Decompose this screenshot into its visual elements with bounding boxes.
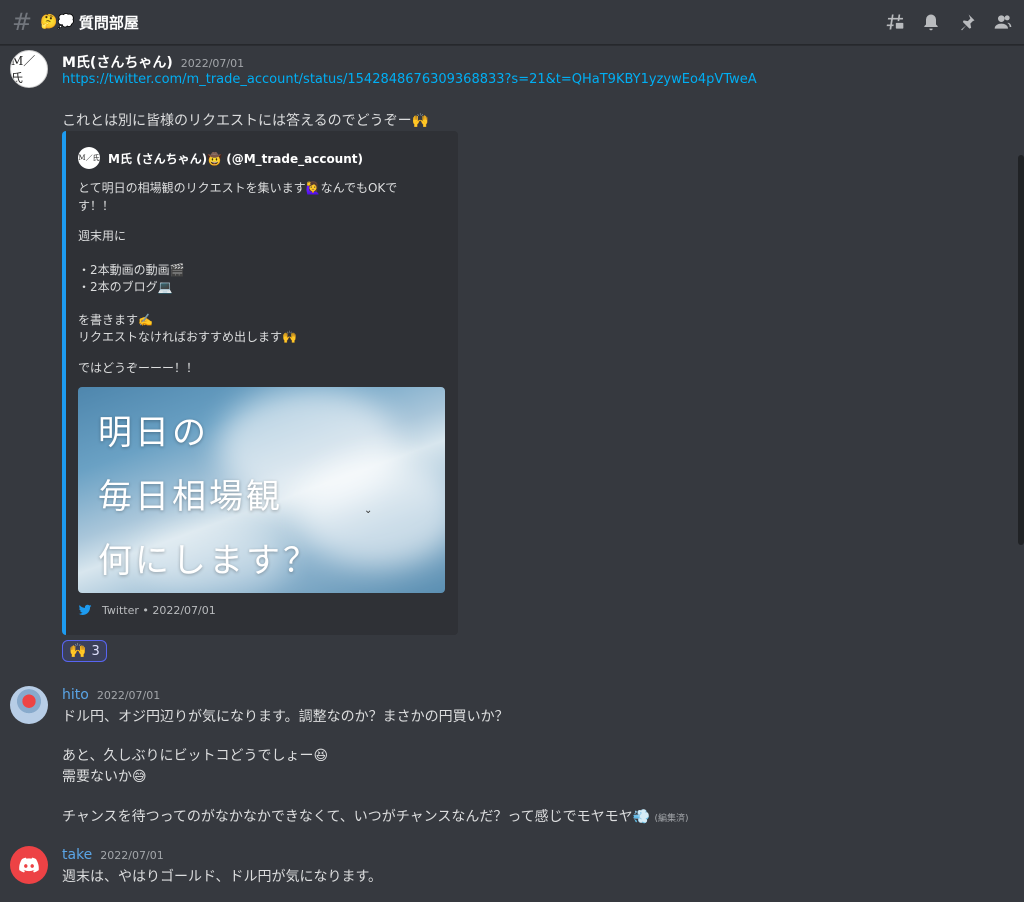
discord-logo-icon [19,857,39,873]
username[interactable]: M氏(さんちゃん) [62,55,173,71]
channel-hash-icon: # [12,8,33,36]
embed-line: ・2本のブログ💻 [78,280,173,294]
channel-name: 質問部屋 [78,13,139,32]
username[interactable]: hito [62,687,89,703]
pin-icon[interactable] [956,10,978,34]
channel-emoji: 🤔💭 [40,14,75,30]
message-line: ドル円、オジ円辺りが気になります。調整なのか？まさかの円買いか？ [62,709,509,725]
timestamp: 2022/07/01 [100,849,164,862]
embed-author[interactable]: M氏 (さんちゃん)🤠 (@M_trade_account) [108,150,363,167]
username[interactable]: take [62,847,92,863]
embed-image[interactable]: 明日の 毎日相場観 何にします？ ⌄ [78,387,445,593]
avatar[interactable] [10,846,48,884]
reaction-button[interactable]: 🙌 3 [62,640,107,662]
embed-line: ・2本動画の動画🎬 [78,263,185,277]
raised-hands-icon: 🙌 [69,643,87,659]
bird-shape: ⌄ [364,505,373,516]
avatar[interactable] [10,686,48,724]
embed-footer-text: Twitter • 2022/07/01 [102,603,216,617]
image-text-line: 毎日相場観 [98,477,283,517]
embed-line: ではどうぞーーー！！ [78,361,199,375]
embed-footer: Twitter • 2022/07/01 [78,603,216,617]
embed-line: とて明日の相場観のリクエストを集います🙋‍♀️なんでもOKで [78,181,398,195]
message-text: これとは別に皆様のリクエストには答えるのでどうぞー🙌 [62,113,430,129]
avatar-text: M／氏 [11,54,36,85]
channel-header: # 🤔💭 質問部屋 [0,0,1024,45]
embed-line: リクエストなければおすすめ出します🙌 [78,330,297,344]
image-text-line: 何にします？ [98,541,320,581]
message-line: あと、久しぶりにビットコどうでしょー😆 [62,748,329,764]
message-line: 週末は、やはりゴールド、ドル円が気になります。 [62,869,383,885]
timestamp: 2022/07/01 [180,57,245,70]
twitter-embed: M／氏 M氏 (さんちゃん)🤠 (@M_trade_account) とて明日の… [62,131,458,635]
bell-icon[interactable] [920,10,942,34]
message-author-row: M氏(さんちゃん) 2022/07/01 [62,52,244,72]
embed-line: を書きます✍️ [78,313,153,327]
image-text-line: 明日の [98,413,209,453]
message-author-row: take 2022/07/01 [62,847,164,863]
message-line: チャンスを待つってのがなかなかできなくて、いつがチャンスなんだ？って感じでモヤモ… [62,809,651,825]
members-icon[interactable] [992,10,1014,34]
embed-line: す！！ [78,199,115,213]
tweet-link[interactable]: https://twitter.com/m_trade_account/stat… [62,72,757,87]
scrollbar[interactable] [1018,155,1024,545]
embed-line: 週末用に [78,229,127,243]
threads-icon[interactable] [884,10,906,34]
embed-author-avatar: M／氏 [78,147,100,169]
message-line: 需要ないか😅 [62,769,147,785]
edited-label: (編集済) [654,814,689,824]
reaction-count: 3 [91,643,100,659]
timestamp: 2022/07/01 [96,689,161,702]
message-author-row: hito 2022/07/01 [62,687,160,703]
avatar[interactable]: M／氏 [10,50,48,88]
twitter-icon [78,603,92,617]
